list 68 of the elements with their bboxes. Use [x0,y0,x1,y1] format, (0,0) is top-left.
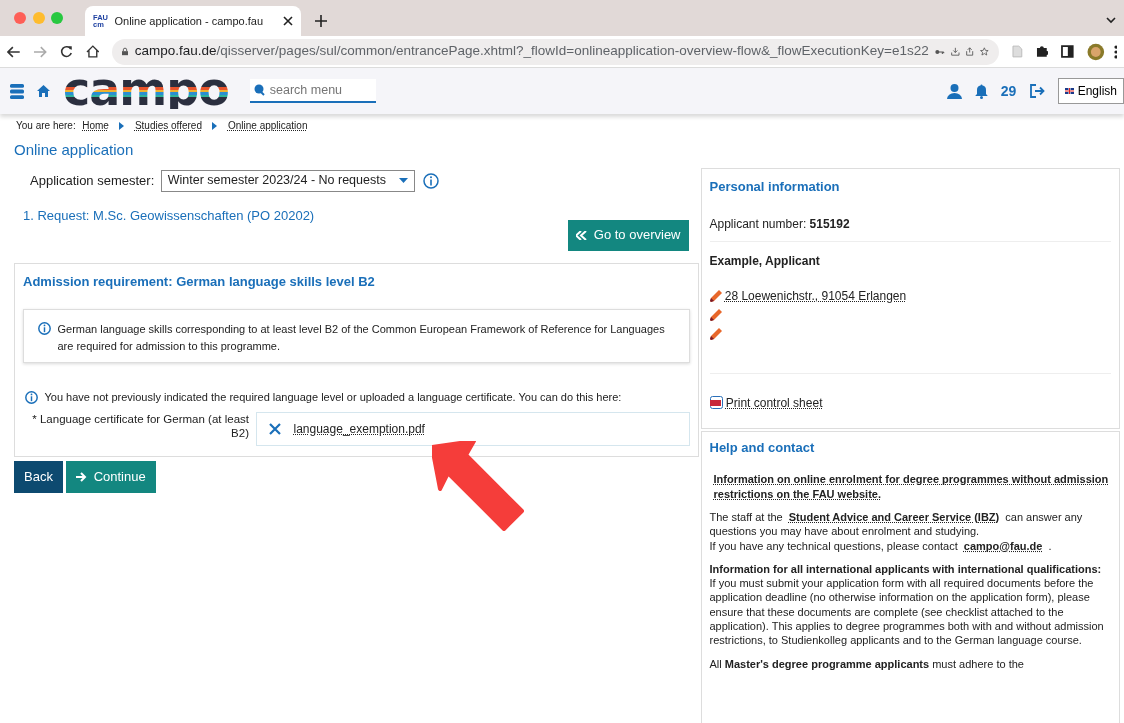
window-control-dot[interactable] [32,12,45,24]
info-link[interactable]: Information on online enrolment for degree programmes without admission restrictions on the FAU website. [713,472,1111,501]
search-field[interactable]: search menu [249,79,376,103]
info-icon[interactable] [423,172,440,189]
help-heading: Information for all international applicants with international qualifications: [709,561,1103,577]
breadcrumb-link[interactable]: Home [82,118,109,133]
page-title: Online application [14,140,135,160]
caret-icon [398,178,408,183]
semester-select[interactable]: Winter semester 2023/24 - No requests [160,169,415,192]
section-title: Help and contact [709,439,816,457]
back-button[interactable]: Back [14,460,63,493]
help-paragraph: If you must submit your application form with all required documents before the application deadline (no otherwise information on the application form), please ensure that these documents are complete (see checklist attached to the application). This applies to degree programmes both with and without admission restrictions, to Studienkolleg applicants and to the German language course. [709,576,1105,648]
language-button[interactable]: English [1058,78,1124,104]
menu-icon[interactable] [10,83,24,99]
home-icon[interactable] [85,45,100,58]
address-link[interactable]: 28 Loewenichstr., 91054 Erlangen [724,286,907,305]
bell-icon[interactable] [974,83,988,99]
continue-button[interactable]: Continue [66,460,156,493]
section-title: Personal information [709,178,841,196]
print-link[interactable]: Print control sheet [725,393,823,412]
plus-icon[interactable] [315,15,327,27]
tab-title: Online application - campo.fau [114,13,265,29]
inline-link[interactable]: Student Advice and Career Service (IBZ) [788,511,1000,523]
double-chevron-left-icon [576,230,588,240]
chevron-right-icon [212,121,218,130]
reload-icon[interactable] [59,45,73,58]
share-icon[interactable] [966,45,974,58]
arrow-right-icon [76,471,88,482]
breadcrumb-link[interactable]: Online application [227,118,308,133]
pencil-icon[interactable] [709,308,722,321]
help-paragraph: The staff at the Student Advice and Career Service (IBZ) can answer any questions you may have about enrolment and studying. If you have any technical questions, please contact campo@fau.de . [709,510,1084,553]
key-icon[interactable] [935,47,945,56]
window-control-dot[interactable] [14,12,26,24]
chevron-right-icon [119,121,125,130]
window-control-dot[interactable] [51,12,63,24]
card-title: Admission requirement: German language skills level B2 [23,272,376,291]
download-icon[interactable] [951,45,960,58]
pdf-icon [709,396,723,409]
overview-button[interactable]: Go to overview [568,219,689,251]
pencil-icon[interactable] [709,289,722,302]
logout-icon[interactable] [1029,83,1046,99]
flag-icon [1065,88,1075,94]
file-link[interactable]: language_exemption.pdf [293,419,425,438]
back-arrow-icon[interactable] [6,45,21,58]
inline-link[interactable]: campo@fau.de [963,539,1043,552]
info-text: German language skills corresponding to at least level B2 of the Common European Framework of Reference for Languages are required for admission to this programme. [57,322,666,354]
help-paragraph: All Master's degree programme applicants must adhere to the [709,656,1025,671]
breadcrumb-label: You are here: [16,119,76,133]
chevron-down-icon[interactable] [1106,16,1116,24]
star-icon[interactable] [980,45,989,58]
field-label: Application semester: [30,171,155,190]
avatar-icon[interactable] [1087,42,1105,61]
notification-count: 29 [1000,81,1017,101]
more-icon[interactable] [1113,44,1118,59]
pencil-icon[interactable] [709,327,722,340]
file-upload-field[interactable]: language_exemption.pdf [255,411,690,446]
applicant-name: Example, Applicant [709,252,821,270]
user-icon[interactable] [946,83,962,99]
info-icon [25,390,38,404]
info-icon [38,322,51,335]
notice-text: You have not previously indicated the required language level or uploaded a language certificate. You can do this here: [44,390,622,405]
request-title: 1. Request: M.Sc. Geowissenschaften (PO 20202) [23,206,315,225]
lock-icon [122,46,129,57]
sidebar-icon[interactable] [1061,45,1074,58]
applicant-number: Applicant number: 515192 [709,215,851,233]
field-label: * Language certificate for German (at least B2) [31,411,249,442]
breadcrumb-link[interactable]: Studies offered [134,118,202,133]
close-icon[interactable] [283,16,293,26]
